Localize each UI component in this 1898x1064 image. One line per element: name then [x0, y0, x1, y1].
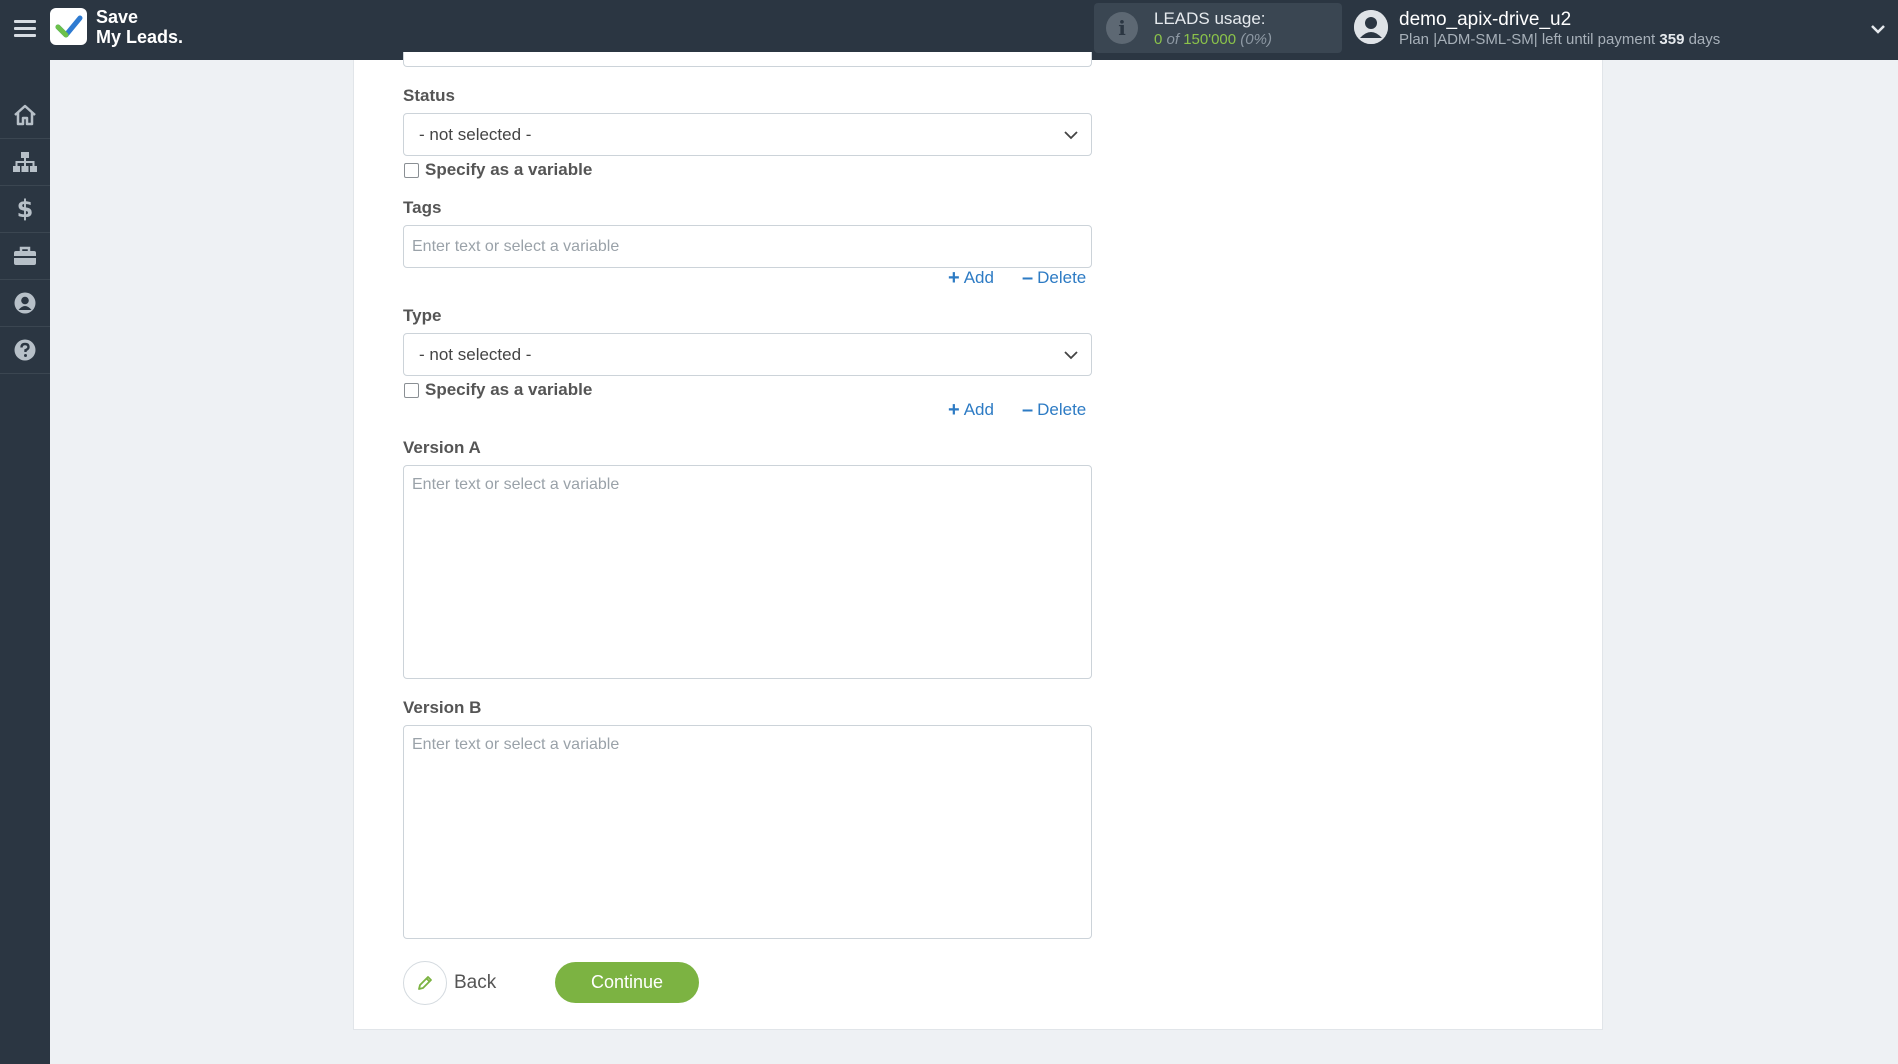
logo-line-1: Save	[96, 7, 139, 27]
status-select[interactable]: - not selected -	[403, 113, 1092, 156]
status-label: Status	[403, 86, 455, 105]
sidebar-item-profile[interactable]	[0, 280, 50, 327]
sidebar-item-services[interactable]	[0, 233, 50, 280]
tags-add-label: Add	[963, 268, 994, 287]
leads-usage-panel: i LEADS usage: 0 of 150'000 (0%)	[1094, 3, 1342, 53]
sidebar-item-connections[interactable]	[0, 139, 50, 186]
chevron-down-icon[interactable]	[1870, 18, 1886, 45]
days-left: 359	[1659, 31, 1685, 48]
type-select[interactable]: - not selected -	[403, 333, 1092, 376]
usage-of: of	[1166, 31, 1180, 48]
home-icon	[14, 104, 36, 126]
sidebar-item-home[interactable]	[0, 92, 50, 139]
checkbox[interactable]	[404, 162, 419, 178]
type-select-value: - not selected -	[419, 345, 532, 364]
info-icon: i	[1106, 12, 1138, 44]
pencil-icon	[403, 961, 447, 1005]
days-suffix: days	[1688, 31, 1721, 48]
version-a-textarea[interactable]	[403, 465, 1092, 679]
briefcase-icon	[14, 246, 36, 265]
tags-input[interactable]	[403, 225, 1092, 268]
logo-icon[interactable]	[50, 8, 87, 45]
type-variable-checkbox[interactable]: Specify as a variable	[404, 380, 592, 400]
user-icon	[14, 292, 36, 314]
sitemap-icon	[13, 152, 37, 172]
version-a-label: Version A	[403, 438, 481, 457]
user-name[interactable]: demo_apix-drive_u2	[1399, 9, 1571, 31]
type-add-button[interactable]: + Add	[948, 400, 994, 420]
version-b-label: Version B	[403, 698, 482, 717]
avatar[interactable]	[1354, 10, 1388, 44]
dollar-icon: $	[16, 195, 34, 223]
sidebar-item-help[interactable]	[0, 327, 50, 374]
chevron-down-icon	[1064, 131, 1078, 140]
type-delete-label: Delete	[1037, 400, 1087, 419]
usage-percent: (0%)	[1240, 31, 1272, 48]
type-variable-label: Specify as a variable	[425, 380, 593, 399]
usage-count: 0 of 150'000 (0%)	[1154, 31, 1272, 48]
status-variable-checkbox[interactable]: Specify as a variable	[404, 160, 592, 180]
tags-add-button[interactable]: + Add	[948, 268, 994, 288]
minus-icon: –	[1022, 399, 1034, 421]
sidebar: $	[0, 60, 50, 1064]
tags-delete-button[interactable]: – Delete	[1022, 268, 1086, 288]
type-delete-button[interactable]: – Delete	[1022, 400, 1086, 420]
checkbox[interactable]	[404, 382, 419, 398]
top-bar: Save My Leads. i LEADS usage: 0 of 150'0…	[0, 0, 1898, 60]
help-icon	[14, 339, 36, 361]
minus-icon: –	[1022, 267, 1034, 289]
tags-delete-label: Delete	[1037, 268, 1087, 287]
plus-icon: +	[948, 267, 960, 289]
logo-line-2: My Leads.	[96, 27, 184, 47]
sidebar-item-billing[interactable]: $	[0, 186, 50, 233]
menu-icon[interactable]	[12, 16, 38, 42]
usage-used: 0	[1154, 31, 1163, 48]
continue-button[interactable]: Continue	[555, 962, 699, 1003]
back-button[interactable]: Back	[403, 961, 496, 1005]
type-add-label: Add	[963, 400, 994, 419]
back-label: Back	[454, 972, 497, 993]
logo-text[interactable]: Save My Leads.	[96, 7, 183, 47]
usage-label: LEADS usage:	[1154, 9, 1266, 28]
plus-icon: +	[948, 399, 960, 421]
type-label: Type	[403, 306, 442, 325]
previous-field[interactable]	[403, 52, 1092, 67]
status-variable-label: Specify as a variable	[425, 160, 593, 179]
version-b-textarea[interactable]	[403, 725, 1092, 939]
chevron-down-icon	[1064, 351, 1078, 360]
plan-prefix: Plan |ADM-SML-SM| left until payment	[1399, 31, 1656, 48]
user-plan: Plan |ADM-SML-SM| left until payment 359…	[1399, 31, 1720, 48]
usage-total: 150'000	[1183, 31, 1237, 48]
tags-label: Tags	[403, 198, 442, 217]
status-select-value: - not selected -	[419, 125, 532, 144]
